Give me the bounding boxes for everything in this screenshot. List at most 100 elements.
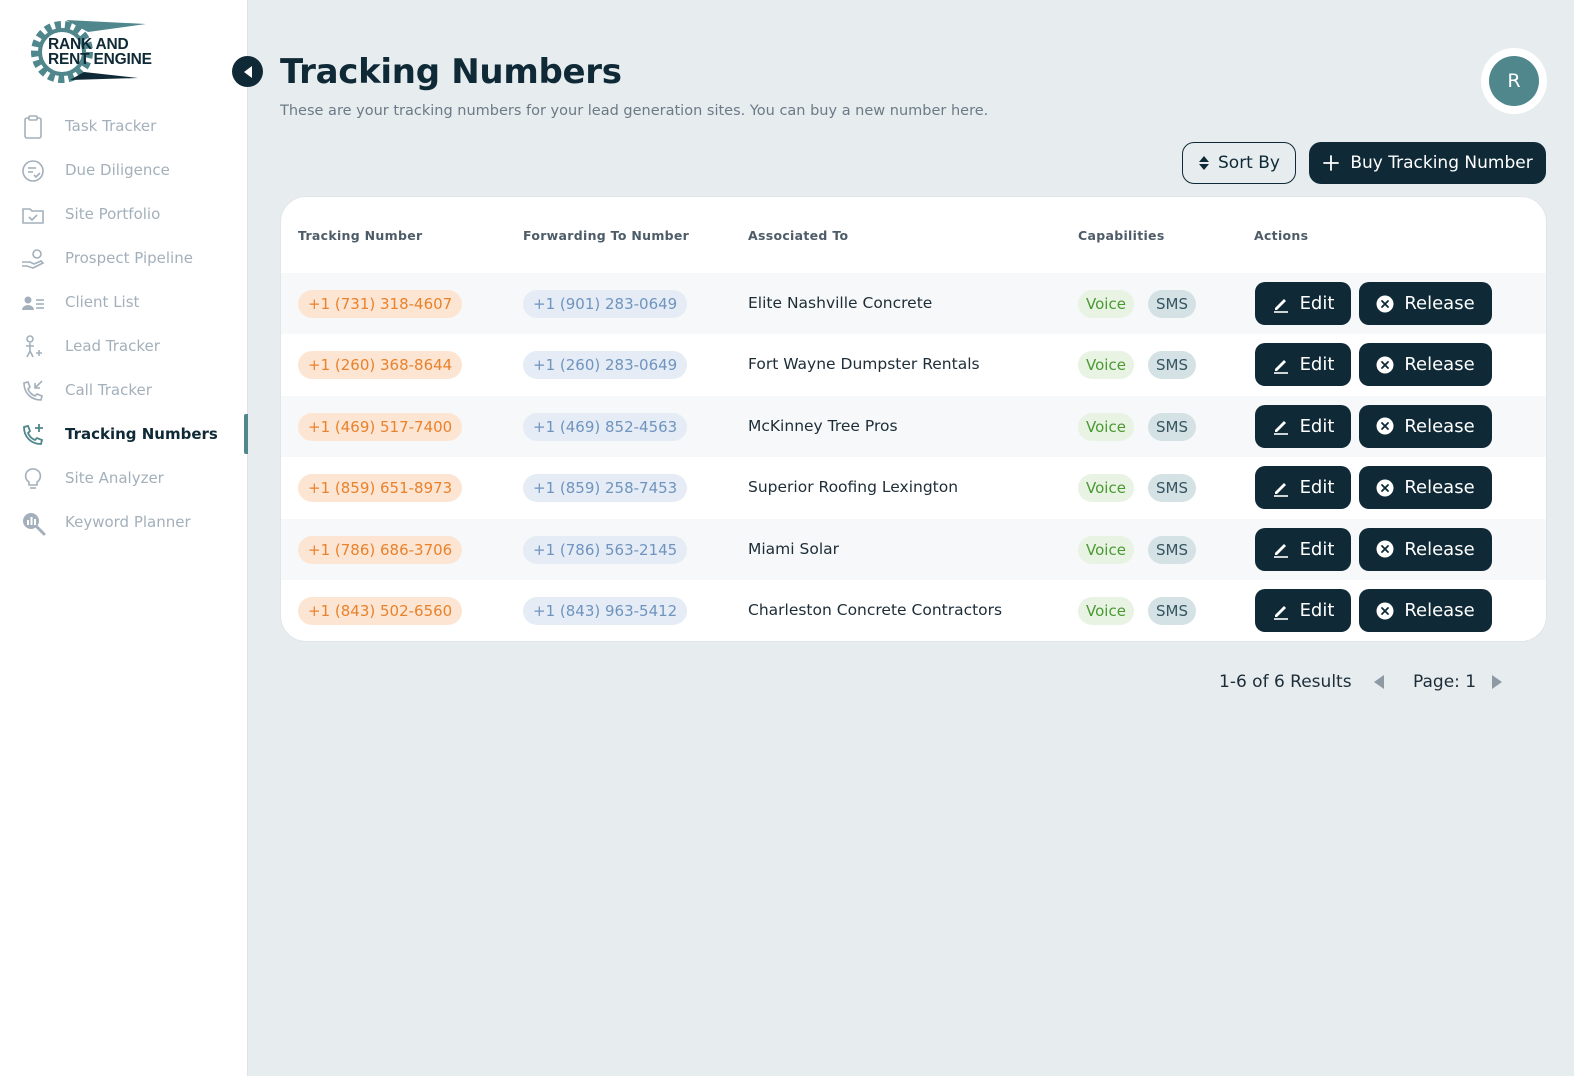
tracking-numbers-table: Tracking Number Forwarding To Number Ass… (280, 196, 1547, 642)
tracking-number-pill[interactable]: +1 (786) 686-3706 (298, 535, 463, 564)
sort-by-label: Sort By (1218, 153, 1280, 173)
edit-button[interactable]: Edit (1255, 527, 1351, 571)
table-header: Tracking Number Forwarding To Number Ass… (281, 197, 1546, 273)
sidebar-item-label: Site Portfolio (65, 205, 161, 223)
triangle-right-icon (1492, 675, 1502, 689)
plus-icon (1323, 155, 1340, 171)
sidebar-item-label: Keyword Planner (65, 513, 191, 531)
edit-label: Edit (1299, 538, 1335, 560)
edit-label: Edit (1299, 600, 1335, 621)
release-label: Release (1404, 354, 1475, 376)
column-header-forwarding-number: Forwarding To Number (523, 228, 690, 243)
table-row: +1 (731) 318-4607 +1 (901) 283-0649 Elite … (281, 273, 1546, 334)
buy-tracking-number-label: Buy Tracking Number (1350, 153, 1533, 173)
capability-voice-badge: Voice (1078, 290, 1134, 318)
forwarding-number-pill: +1 (786) 563-2145 (523, 535, 688, 564)
release-button[interactable]: Release (1359, 404, 1492, 448)
capability-sms-badge: SMS (1148, 351, 1196, 380)
associated-site: Charleston Concrete Contractors (748, 601, 1003, 619)
capability-sms-badge: SMS (1148, 474, 1196, 503)
brand-logo[interactable]: RANK AND RENT ENGINE (26, 16, 186, 88)
release-button[interactable]: Release (1359, 589, 1492, 632)
table-row: +1 (843) 502-6560 +1 (843) 963-5412 Charle… (281, 580, 1546, 641)
release-button[interactable]: Release (1359, 466, 1492, 510)
column-header-actions: Actions (1254, 228, 1309, 243)
associated-site: McKinney Tree Pros (748, 416, 898, 435)
edit-label: Edit (1299, 354, 1335, 376)
sidebar-item-client-list[interactable]: Client List (0, 280, 248, 324)
brand-name: RANK AND RENT ENGINE (48, 36, 152, 68)
sidebar-item-site-portfolio[interactable]: Site Portfolio (0, 192, 248, 236)
associated-site: Fort Wayne Dumpster Rentals (748, 355, 980, 374)
current-page: Page: 1 (1413, 672, 1477, 692)
sidebar-item-label: Client List (65, 293, 140, 311)
table-row: +1 (260) 368-8644 +1 (260) 283-0649 Fort W… (281, 334, 1546, 395)
edit-button[interactable]: Edit (1255, 343, 1351, 387)
edit-label: Edit (1299, 477, 1335, 499)
tracking-number-pill[interactable]: +1 (843) 502-6560 (298, 597, 463, 625)
checklist-icon (22, 160, 44, 182)
edit-label: Edit (1299, 293, 1335, 314)
user-avatar-button[interactable]: R (1481, 48, 1547, 114)
table-row: +1 (859) 651-8973 +1 (859) 258-7453 Superi… (281, 457, 1546, 518)
previous-page-button[interactable] (1373, 674, 1385, 695)
release-label: Release (1404, 477, 1475, 499)
sidebar-item-label: Task Tracker (65, 117, 157, 135)
sidebar-collapse-button[interactable] (232, 56, 263, 87)
capability-voice-badge: Voice (1078, 474, 1134, 503)
close-circle-icon (1376, 602, 1394, 619)
pencil-icon (1273, 298, 1288, 313)
edit-button[interactable]: Edit (1255, 404, 1351, 448)
sidebar-item-label: Site Analyzer (65, 469, 164, 487)
sidebar-item-call-tracker[interactable]: Call Tracker (0, 368, 248, 412)
page-subtitle: These are your tracking numbers for your… (280, 103, 989, 119)
phone-plus-icon (23, 424, 44, 445)
edit-button[interactable]: Edit (1255, 466, 1351, 510)
tracking-number-pill[interactable]: +1 (731) 318-4607 (298, 290, 463, 318)
triangle-left-icon (243, 65, 252, 78)
close-circle-icon (1376, 356, 1394, 374)
folder-check-icon (22, 208, 44, 224)
release-label: Release (1404, 293, 1475, 314)
sidebar-item-label: Due Diligence (65, 161, 170, 179)
tracking-number-pill[interactable]: +1 (469) 517-7400 (298, 412, 463, 441)
forwarding-number-pill: +1 (469) 852-4563 (523, 412, 688, 441)
capability-voice-badge: Voice (1078, 351, 1134, 380)
sort-by-button[interactable]: Sort By (1182, 142, 1296, 184)
associated-site: Elite Nashville Concrete (748, 294, 933, 312)
column-header-capabilities: Capabilities (1078, 228, 1165, 243)
lightbulb-icon (24, 468, 42, 489)
close-circle-icon (1376, 479, 1394, 497)
triangle-left-icon (1374, 675, 1384, 689)
search-chart-icon (23, 513, 46, 536)
next-page-button[interactable] (1491, 674, 1503, 695)
avatar: R (1489, 56, 1539, 106)
sidebar-item-task-tracker[interactable]: Task Tracker (0, 104, 248, 148)
tracking-number-pill[interactable]: +1 (859) 651-8973 (298, 474, 463, 503)
release-label: Release (1404, 600, 1475, 621)
capability-sms-badge: SMS (1148, 412, 1196, 441)
sidebar-item-due-diligence[interactable]: Due Diligence (0, 148, 248, 192)
release-button[interactable]: Release (1359, 343, 1492, 387)
table-row: +1 (786) 686-3706 +1 (786) 563-2145 Miami … (281, 518, 1546, 580)
sidebar-item-label: Prospect Pipeline (65, 249, 193, 267)
release-button[interactable]: Release (1359, 282, 1492, 325)
release-label: Release (1404, 415, 1475, 437)
edit-button[interactable]: Edit (1255, 589, 1351, 632)
tracking-number-pill[interactable]: +1 (260) 368-8644 (298, 351, 463, 380)
sidebar-item-prospect-pipeline[interactable]: Prospect Pipeline (0, 236, 248, 280)
sidebar-item-lead-tracker[interactable]: Lead Tracker (0, 324, 248, 368)
sidebar-item-site-analyzer[interactable]: Site Analyzer (0, 456, 248, 500)
column-header-tracking-number: Tracking Number (298, 228, 423, 243)
active-indicator (244, 414, 248, 454)
person-plus-icon (26, 335, 42, 358)
capability-voice-badge: Voice (1078, 412, 1134, 441)
sidebar-item-tracking-numbers[interactable]: Tracking Numbers (0, 412, 248, 456)
edit-button[interactable]: Edit (1255, 282, 1351, 325)
forwarding-number-pill: +1 (859) 258-7453 (523, 474, 688, 503)
sidebar-item-keyword-planner[interactable]: Keyword Planner (0, 500, 248, 544)
release-button[interactable]: Release (1359, 527, 1492, 571)
hand-coins-icon (22, 249, 45, 269)
pagination: 1-6 of 6 Results Page: 1 (1219, 672, 1539, 696)
buy-tracking-number-button[interactable]: Buy Tracking Number (1309, 142, 1546, 184)
